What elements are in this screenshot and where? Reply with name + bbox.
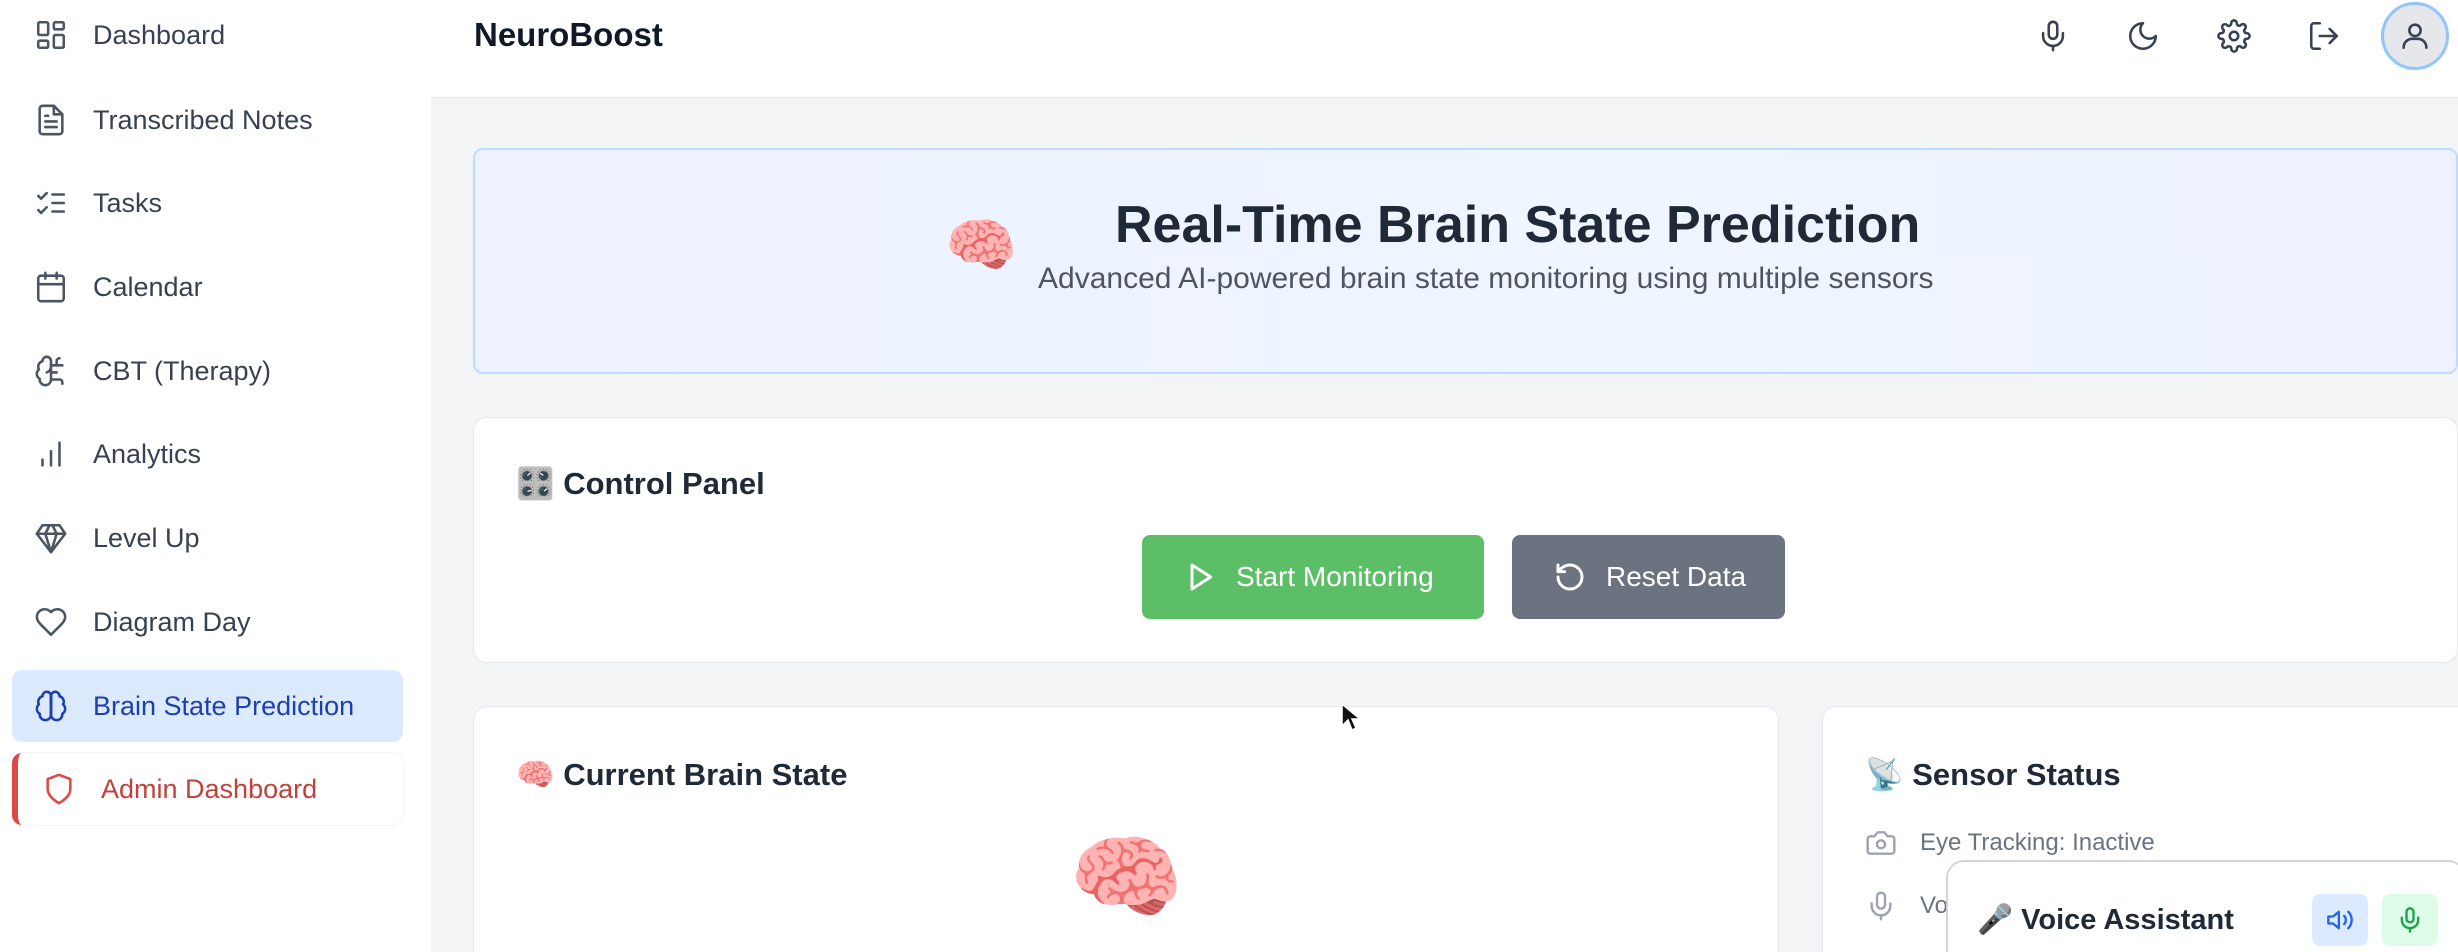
control-panel-title: 🎛️ Control Panel <box>516 466 765 501</box>
sidebar-item-calendar[interactable]: Calendar <box>12 251 403 323</box>
moon-icon <box>2128 21 2158 51</box>
hero-banner: 🧠 Real-Time Brain State Prediction Advan… <box>473 148 2458 374</box>
sidebar-item-analytics[interactable]: Analytics <box>12 418 403 490</box>
dashboard-icon <box>34 18 68 52</box>
start-monitoring-label: Start Monitoring <box>1236 561 1434 592</box>
microphone-icon <box>2400 907 2420 933</box>
voice-mic-button[interactable] <box>2382 894 2438 946</box>
brain-state-emoji-icon: 🧠 <box>1069 827 1184 929</box>
brain-emoji-icon: 🧠 <box>945 213 1018 278</box>
rotate-ccw-icon <box>1556 563 1584 591</box>
user-avatar-button[interactable] <box>2381 2 2449 70</box>
current-brain-state-card: 🧠 Current Brain State 🧠 <box>473 706 1779 952</box>
top-header: NeuroBoost <box>431 0 2458 98</box>
sidebar-item-label: Tasks <box>93 187 163 218</box>
sidebar: Dashboard Transcribed Notes Tasks Calend… <box>0 0 431 952</box>
sensor-row-eye-tracking: Eye Tracking: Inactive <box>1865 827 2155 859</box>
sidebar-item-label: Transcribed Notes <box>93 104 313 135</box>
microphone-button[interactable] <box>2031 14 2075 58</box>
page-title: Real-Time Brain State Prediction <box>1115 196 1921 254</box>
sidebar-item-label: Calendar <box>93 271 203 302</box>
sidebar-item-label: Level Up <box>93 522 200 553</box>
sensor-row-voice: Vo <box>1865 890 1948 922</box>
sidebar-item-label: Admin Dashboard <box>101 773 318 804</box>
sidebar-item-label: Diagram Day <box>93 606 251 637</box>
settings-button[interactable] <box>2212 14 2256 58</box>
logout-icon <box>2309 21 2339 51</box>
sensor-status-title: 📡 Sensor Status <box>1865 757 2121 792</box>
sidebar-item-level-up[interactable]: Level Up <box>12 502 403 574</box>
shield-icon <box>42 772 76 806</box>
logout-button[interactable] <box>2302 14 2346 58</box>
sidebar-item-diagram-day[interactable]: Diagram Day <box>12 586 403 658</box>
gem-icon <box>34 521 68 555</box>
bar-chart-icon <box>34 437 68 471</box>
sensor-status-text: Vo <box>1920 892 1949 919</box>
heart-icon <box>34 605 68 639</box>
user-icon <box>2402 23 2428 49</box>
settings-icon <box>2217 19 2251 53</box>
sidebar-item-tasks[interactable]: Tasks <box>12 167 403 239</box>
calendar-icon <box>34 270 68 304</box>
brain-circuit-icon <box>34 354 68 388</box>
sensor-status-text: Eye Tracking: Inactive <box>1920 829 2155 856</box>
start-monitoring-button[interactable]: Start Monitoring <box>1142 535 1484 619</box>
volume-icon <box>2327 910 2353 930</box>
reset-data-button[interactable]: Reset Data <box>1512 535 1785 619</box>
sidebar-item-cbt-therapy[interactable]: CBT (Therapy) <box>12 335 403 407</box>
app-brand: NeuroBoost <box>474 16 663 53</box>
voice-assistant-panel: 🎤 Voice Assistant <box>1946 860 2458 952</box>
sidebar-item-dashboard[interactable]: Dashboard <box>12 0 403 71</box>
sidebar-item-label: CBT (Therapy) <box>93 355 272 386</box>
voice-assistant-title: 🎤 Voice Assistant <box>1977 904 2234 936</box>
sidebar-item-label: Analytics <box>93 438 202 469</box>
sidebar-item-transcribed-notes[interactable]: Transcribed Notes <box>12 84 403 156</box>
sidebar-item-admin-dashboard[interactable]: Admin Dashboard <box>12 753 403 825</box>
brain-icon <box>34 689 68 723</box>
microphone-icon <box>2041 20 2065 52</box>
camera-icon <box>1866 831 1896 855</box>
current-brain-state-title: 🧠 Current Brain State <box>516 757 848 792</box>
file-text-icon <box>34 103 68 137</box>
sidebar-item-label: Brain State Prediction <box>93 690 355 721</box>
list-checks-icon <box>34 186 68 220</box>
voice-speaker-button[interactable] <box>2312 894 2368 946</box>
sidebar-item-brain-state-prediction[interactable]: Brain State Prediction <box>12 670 403 742</box>
control-panel-card: 🎛️ Control Panel Start Monitoring Reset … <box>473 417 2458 663</box>
microphone-icon <box>1870 891 1892 921</box>
page-subtitle: Advanced AI-powered brain state monitori… <box>1038 262 1934 295</box>
sidebar-item-label: Dashboard <box>93 19 226 50</box>
dark-mode-toggle[interactable] <box>2121 14 2165 58</box>
reset-data-label: Reset Data <box>1606 561 1747 592</box>
mouse-cursor-icon <box>1341 702 1363 732</box>
play-icon <box>1190 563 1213 591</box>
